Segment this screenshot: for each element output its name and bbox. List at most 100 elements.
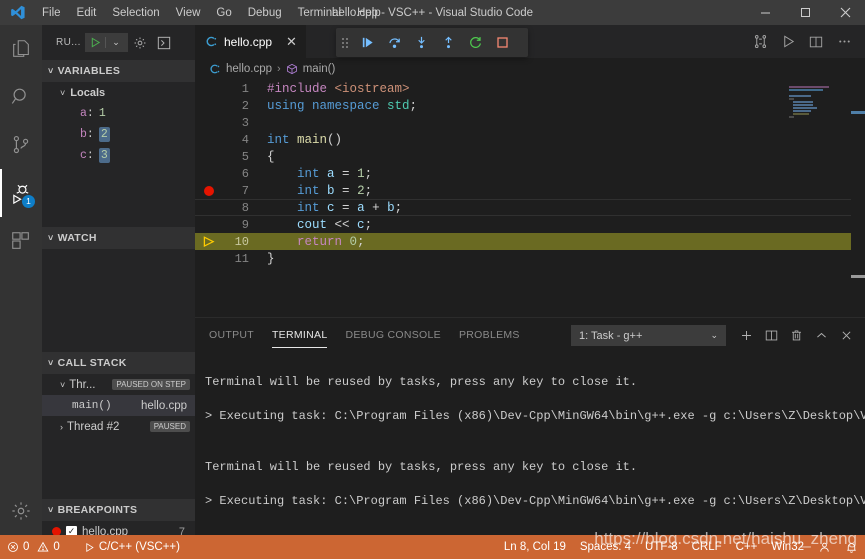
activity-item-extensions[interactable]: [0, 217, 42, 265]
chevron-down-icon: ˅: [48, 66, 54, 76]
code-line[interactable]: ▷ 10 return 0;: [195, 233, 865, 250]
close-icon[interactable]: ✕: [286, 34, 297, 50]
panel-tab-problems[interactable]: PROBLEMS: [459, 329, 520, 343]
thread-label: Thread #2: [67, 420, 120, 433]
menu-edit[interactable]: Edit: [69, 5, 105, 21]
open-debug-console-icon[interactable]: [152, 36, 176, 50]
minimize-button[interactable]: [745, 0, 785, 25]
minimap[interactable]: [789, 80, 851, 317]
variable-row-c[interactable]: c : 3: [42, 145, 195, 166]
trash-icon[interactable]: [784, 323, 809, 348]
code-line[interactable]: 7 int b = 2;: [195, 182, 865, 199]
menu-terminal[interactable]: Terminal: [290, 5, 349, 21]
code-line[interactable]: 5{: [195, 148, 865, 165]
stop-button[interactable]: [489, 28, 516, 57]
variable-row-b[interactable]: b : 2: [42, 124, 195, 145]
status-problems[interactable]: 0 0: [0, 535, 67, 559]
thread-status-badge: PAUSED: [149, 421, 190, 432]
breadcrumb-symbol[interactable]: main(): [303, 63, 336, 75]
play-icon[interactable]: [86, 37, 105, 48]
close-icon[interactable]: [834, 323, 859, 348]
split-icon[interactable]: [759, 323, 784, 348]
call-stack-frame-main[interactable]: main() hello.cpp: [42, 395, 195, 416]
ellipsis-icon[interactable]: [831, 25, 857, 58]
continue-button[interactable]: [354, 28, 381, 57]
activity-item-explorer[interactable]: [0, 25, 42, 73]
variables-scope-locals[interactable]: ˅ Locals: [42, 82, 195, 103]
activity-item-settings[interactable]: [0, 487, 42, 535]
bell-icon[interactable]: [838, 535, 865, 559]
overview-marker: [851, 275, 865, 278]
call-stack-thread-1[interactable]: ˅ Thr... PAUSED ON STEP: [42, 374, 195, 395]
menu-help[interactable]: Help: [349, 5, 389, 21]
menu-selection[interactable]: Selection: [104, 5, 167, 21]
step-over-button[interactable]: [381, 28, 408, 57]
editor-scrollbar[interactable]: [851, 80, 865, 317]
terminal-output[interactable]: Terminal will be reused by tasks, press …: [195, 353, 865, 559]
grip-icon[interactable]: [336, 36, 354, 50]
code-lines[interactable]: 1 #include <iostream> 2 using namespace std…: [195, 80, 865, 267]
code-line[interactable]: 4 int main(): [195, 131, 865, 148]
code-line[interactable]: 2 using namespace std;: [195, 97, 865, 114]
maximize-button[interactable]: [785, 0, 825, 25]
code-editor[interactable]: 1 #include <iostream> 2 using namespace std…: [195, 80, 865, 317]
status-debug-target[interactable]: C/C++ (VSC++): [77, 535, 187, 559]
smiley-icon[interactable]: [811, 535, 838, 559]
panel-tab-debug-console[interactable]: DEBUG CONSOLE: [345, 329, 441, 343]
close-button[interactable]: [825, 0, 865, 25]
status-platform[interactable]: Win32: [764, 535, 811, 559]
compare-icon[interactable]: [747, 25, 773, 58]
execution-pointer-icon[interactable]: ▷: [195, 235, 223, 248]
breakpoints-pane-header[interactable]: ˅ BREAKPOINTS: [42, 499, 195, 521]
status-eol[interactable]: CRLF: [685, 535, 729, 559]
chevron-up-icon[interactable]: [809, 323, 834, 348]
editor-tab-hello-cpp[interactable]: hello.cpp ✕: [195, 25, 307, 58]
breadcrumb[interactable]: hello.cpp › main(): [195, 58, 865, 80]
line-number: 2: [241, 98, 249, 113]
window-controls[interactable]: [745, 0, 865, 25]
panel-tab-terminal[interactable]: TERMINAL: [271, 329, 328, 348]
terminal-selector[interactable]: 1: Task - g++ ⌄: [571, 325, 726, 346]
run-icon[interactable]: [775, 25, 801, 58]
code-line[interactable]: 11}: [195, 250, 865, 267]
menu-debug[interactable]: Debug: [240, 5, 290, 21]
plus-icon[interactable]: [734, 323, 759, 348]
menu-go[interactable]: Go: [208, 5, 239, 21]
debug-config-gear-icon[interactable]: [128, 36, 152, 50]
warning-count: 0: [53, 541, 60, 553]
menu-bar[interactable]: File Edit Selection View Go Debug Termin…: [34, 5, 389, 21]
variables-pane-header[interactable]: ˅ VARIABLES: [42, 60, 195, 82]
breadcrumb-file[interactable]: hello.cpp: [226, 63, 272, 75]
chevron-down-icon[interactable]: ⌄: [104, 37, 127, 48]
variable-row-a[interactable]: a : 1: [42, 103, 195, 124]
menu-view[interactable]: View: [168, 5, 209, 21]
launch-config-selector[interactable]: ⌄: [84, 33, 128, 52]
status-indentation[interactable]: Spaces: 4: [573, 535, 638, 559]
call-stack-thread-2[interactable]: › Thread #2 PAUSED: [42, 416, 195, 437]
menu-file[interactable]: File: [34, 5, 69, 21]
code-line[interactable]: 3: [195, 114, 865, 131]
step-out-button[interactable]: [435, 28, 462, 57]
activity-item-search[interactable]: [0, 73, 42, 121]
activity-item-run-and-debug[interactable]: 1: [0, 169, 42, 217]
code-text: return 0;: [297, 234, 365, 249]
status-bar: 0 0 C/C++ (VSC++) Ln 8, Col 19 Spaces: 4…: [0, 535, 865, 559]
status-encoding[interactable]: UTF-8: [638, 535, 685, 559]
code-line[interactable]: 6 int a = 1;: [195, 165, 865, 182]
thread-label-wrap: ˅ Thr... PAUSED ON STEP: [42, 379, 195, 391]
watch-pane-header[interactable]: ˅ WATCH: [42, 227, 195, 249]
code-line[interactable]: 1 #include <iostream>: [195, 80, 865, 97]
restart-button[interactable]: [462, 28, 489, 57]
activity-item-source-control[interactable]: [0, 121, 42, 169]
code-line[interactable]: 8 int c = a + b;: [195, 199, 865, 216]
frame-function: main(): [72, 399, 112, 412]
status-language[interactable]: C++: [729, 535, 765, 559]
breakpoint-marker-icon[interactable]: [195, 185, 223, 196]
call-stack-pane-header[interactable]: ˅ CALL STACK: [42, 352, 195, 374]
code-line[interactable]: 9 cout << c;: [195, 216, 865, 233]
step-into-button[interactable]: [408, 28, 435, 57]
panel-tab-output[interactable]: OUTPUT: [209, 329, 254, 343]
status-cursor-position[interactable]: Ln 8, Col 19: [497, 535, 573, 559]
split-editor-icon[interactable]: [803, 25, 829, 58]
debug-toolbar[interactable]: [336, 28, 528, 57]
